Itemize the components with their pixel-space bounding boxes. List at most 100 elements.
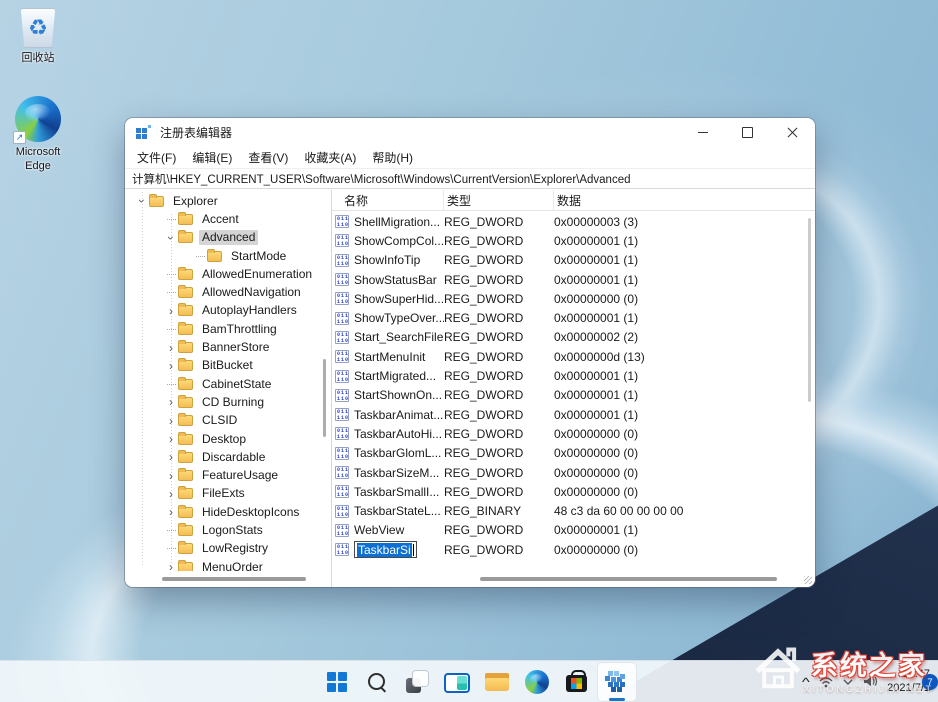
tree-chevron-icon[interactable]: › [164, 304, 178, 318]
tree-item[interactable]: StartMode [125, 247, 317, 265]
shortcut-arrow-icon: ↗ [13, 131, 26, 144]
tree-item[interactable]: › CLSID [125, 412, 317, 430]
menu-item[interactable]: 文件(F) [129, 149, 184, 166]
column-header[interactable]: 名称 [332, 190, 444, 210]
tree-item[interactable]: › Explorer [125, 192, 317, 210]
registry-value-row[interactable]: ShowInfoTip REG_DWORD 0x00000001 (1) [332, 251, 803, 270]
tree-chevron-icon[interactable]: › [164, 341, 178, 355]
column-header[interactable]: 数据 [554, 190, 815, 210]
tree-chevron-icon[interactable]: › [164, 469, 178, 483]
registry-value-row[interactable]: ShowStatusBar REG_DWORD 0x00000001 (1) [332, 270, 803, 289]
rename-input[interactable]: TaskbarSi [354, 541, 417, 558]
tree-chevron-icon[interactable] [164, 219, 178, 220]
tree-chevron-icon[interactable] [164, 548, 178, 549]
tree-item[interactable]: › AutoplayHandlers [125, 302, 317, 320]
list-vertical-scrollbar[interactable] [805, 214, 813, 569]
desktop-icon-microsoft-edge[interactable]: ↗ Microsoft Edge [0, 96, 76, 174]
registry-value-row[interactable]: ShellMigration... REG_DWORD 0x00000003 (… [332, 212, 803, 231]
menu-item[interactable]: 查看(V) [240, 149, 296, 166]
value-data: 0x00000001 (1) [554, 369, 803, 383]
tree-item[interactable]: › HideDesktopIcons [125, 503, 317, 521]
tree-chevron-icon[interactable]: › [135, 194, 149, 208]
tree-item[interactable]: › FeatureUsage [125, 466, 317, 484]
registry-value-row[interactable]: TaskbarAutoHi... REG_DWORD 0x00000000 (0… [332, 424, 803, 443]
window-resize-grip[interactable] [804, 576, 812, 584]
taskbar-search-button[interactable] [357, 662, 397, 702]
address-bar[interactable]: 计算机\HKEY_CURRENT_USER\Software\Microsoft… [125, 168, 815, 189]
tree-chevron-icon[interactable] [164, 384, 178, 385]
tree-chevron-icon[interactable] [164, 274, 178, 275]
taskbar-edge-button[interactable] [517, 662, 557, 702]
registry-value-row[interactable]: TaskbarSmallI... REG_DWORD 0x00000000 (0… [332, 482, 803, 501]
title-bar[interactable]: 注册表编辑器 [125, 118, 815, 147]
registry-value-row[interactable]: TaskbarAnimat... REG_DWORD 0x00000001 (1… [332, 405, 803, 424]
tree-chevron-icon[interactable]: › [164, 487, 178, 501]
tree-chevron-icon[interactable]: › [164, 359, 178, 373]
desktop-icon-recycle-bin[interactable]: ♻ 回收站 [0, 8, 76, 66]
tree-item[interactable]: AllowedEnumeration [125, 265, 317, 283]
close-button[interactable] [770, 118, 815, 147]
tree-chevron-icon[interactable]: › [164, 505, 178, 519]
taskbar-explorer-button[interactable] [477, 662, 517, 702]
registry-value-row[interactable]: TaskbarSizeM... REG_DWORD 0x00000000 (0) [332, 463, 803, 482]
tree-vertical-scrollbar[interactable] [320, 194, 328, 569]
registry-value-row[interactable]: StartShownOn... REG_DWORD 0x00000001 (1) [332, 386, 803, 405]
registry-value-row[interactable]: TaskbarStateL... REG_BINARY 48 c3 da 60 … [332, 501, 803, 520]
tree-item[interactable]: › Desktop [125, 430, 317, 448]
tree-chevron-icon[interactable] [164, 292, 178, 293]
network-icon[interactable] [819, 676, 833, 688]
tree-item[interactable]: › BitBucket [125, 357, 317, 375]
tree-item-selected[interactable]: › Advanced [125, 229, 317, 247]
tree-item[interactable]: AllowedNavigation [125, 283, 317, 301]
registry-value-row-editing[interactable]: TaskbarSi REG_DWORD 0x00000000 (0) [332, 540, 803, 559]
tree-chevron-icon[interactable]: › [164, 560, 178, 571]
tree-item-label: CD Burning [199, 395, 267, 410]
tray-expand-icon[interactable]: ^ [801, 675, 809, 689]
tree-chevron-icon[interactable]: › [164, 414, 178, 428]
tree-chevron-icon[interactable]: › [164, 432, 178, 446]
registry-value-row[interactable]: TaskbarGlomL... REG_DWORD 0x00000000 (0) [332, 444, 803, 463]
taskbar-widgets-button[interactable] [437, 662, 477, 702]
tree-item[interactable]: › CD Burning [125, 393, 317, 411]
registry-path: 计算机\HKEY_CURRENT_USER\Software\Microsoft… [132, 171, 631, 187]
tree-item[interactable]: BamThrottling [125, 320, 317, 338]
column-header[interactable]: 类型 [444, 190, 554, 210]
tree-chevron-icon[interactable]: › [164, 231, 178, 245]
value-data: 0x00000003 (3) [554, 215, 803, 229]
tree-chevron-icon[interactable] [164, 329, 178, 330]
tree-item[interactable]: › FileExts [125, 485, 317, 503]
registry-value-row[interactable]: StartMigrated... REG_DWORD 0x00000001 (1… [332, 366, 803, 385]
clock[interactable]: 10:47 2021/7/1 7 [887, 668, 930, 696]
menu-item[interactable]: 帮助(H) [364, 149, 421, 166]
tree-item[interactable]: › Discardable [125, 448, 317, 466]
tree-item[interactable]: Accent [125, 210, 317, 228]
taskbar-store-button[interactable] [557, 662, 597, 702]
menu-item[interactable]: 收藏夹(A) [296, 149, 364, 166]
registry-value-row[interactable]: ShowSuperHid... REG_DWORD 0x00000000 (0) [332, 289, 803, 308]
registry-value-row[interactable]: Start_SearchFiles REG_DWORD 0x00000002 (… [332, 328, 803, 347]
tree-item[interactable]: LogonStats [125, 521, 317, 539]
tree-item[interactable]: › BannerStore [125, 338, 317, 356]
tree-chevron-icon[interactable]: › [164, 395, 178, 409]
maximize-button[interactable] [725, 118, 770, 147]
registry-value-row[interactable]: ShowTypeOver... REG_DWORD 0x00000001 (1) [332, 308, 803, 327]
taskbar-taskview-button[interactable] [397, 662, 437, 702]
menu-item[interactable]: 编辑(E) [184, 149, 240, 166]
registry-value-row[interactable]: StartMenuInit REG_DWORD 0x0000000d (13) [332, 347, 803, 366]
tree-item[interactable]: › MenuOrder [125, 558, 317, 571]
tree-item[interactable]: CabinetState [125, 375, 317, 393]
tree-item[interactable]: LowRegistry [125, 540, 317, 558]
minimize-button[interactable] [680, 118, 725, 147]
taskbar-start-button[interactable] [317, 662, 357, 702]
tree-chevron-icon[interactable] [164, 530, 178, 531]
taskbar-regedit-button[interactable] [597, 662, 637, 702]
tree-horizontal-scrollbar[interactable] [131, 574, 325, 584]
tree-chevron-icon[interactable] [193, 256, 207, 257]
registry-value-row[interactable]: ShowCompCol... REG_DWORD 0x00000001 (1) [332, 231, 803, 250]
notification-badge[interactable]: 7 [922, 674, 938, 690]
language-input-icon[interactable] [842, 676, 854, 688]
list-horizontal-scrollbar[interactable] [340, 574, 805, 584]
tree-chevron-icon[interactable]: › [164, 450, 178, 464]
volume-icon[interactable] [863, 675, 878, 688]
registry-value-row[interactable]: WebView REG_DWORD 0x00000001 (1) [332, 521, 803, 540]
